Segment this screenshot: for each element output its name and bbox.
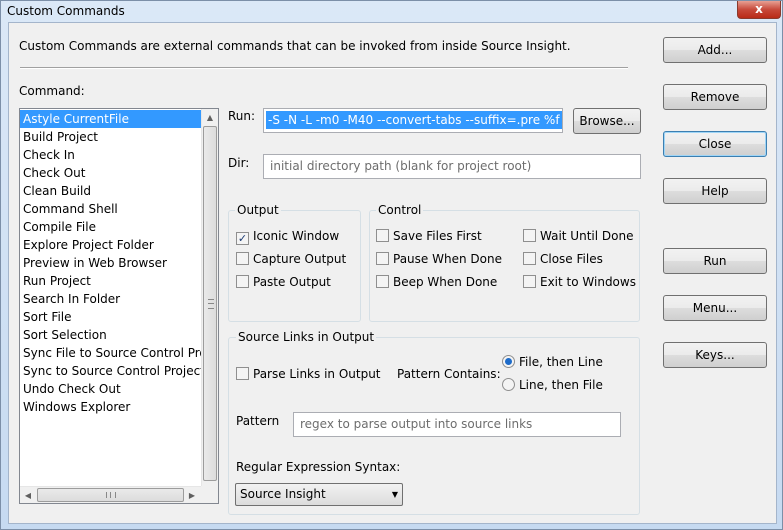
save-files-first-checkbox[interactable]: Save Files First [376, 229, 482, 243]
parse-links-checkbox[interactable]: Parse Links in Output [236, 367, 381, 381]
checkbox-box [376, 252, 389, 265]
menu-button[interactable]: Menu... [663, 295, 767, 321]
command-list-item[interactable]: Windows Explorer [20, 398, 203, 416]
exit-to-windows-label: Exit to Windows [540, 275, 636, 289]
checkbox-box [523, 229, 536, 242]
vscroll-thumb[interactable] [203, 126, 217, 481]
help-button[interactable]: Help [663, 178, 767, 204]
checkbox-box [523, 275, 536, 288]
run-button[interactable]: Run [663, 248, 767, 274]
command-list-item[interactable]: Preview in Web Browser [20, 254, 203, 272]
command-list-item[interactable]: Search In Folder [20, 290, 203, 308]
exit-to-windows-checkbox[interactable]: Exit to Windows [523, 275, 636, 289]
radio-dot [502, 355, 515, 368]
pause-when-done-label: Pause When Done [393, 252, 502, 266]
hscroll-thumb[interactable] [37, 488, 184, 502]
wait-until-done-checkbox[interactable]: Wait Until Done [523, 229, 633, 243]
pause-when-done-checkbox[interactable]: Pause When Done [376, 252, 502, 266]
checkbox-box [376, 229, 389, 242]
parse-links-label: Parse Links in Output [253, 367, 381, 381]
title-bar[interactable]: Custom Commands x [1, 1, 782, 21]
run-label: Run: [228, 109, 256, 123]
chevron-down-icon: ▼ [391, 490, 398, 499]
checkbox-box [523, 252, 536, 265]
window-close-button[interactable]: x [737, 1, 781, 19]
file-then-line-radio[interactable]: File, then Line [502, 355, 603, 369]
checkbox-box [236, 367, 249, 380]
command-list-item[interactable]: Sync File to Source Control Project [20, 344, 203, 362]
command-label: Command: [19, 84, 85, 98]
grip-icon [106, 492, 116, 498]
control-group-title: Control [376, 203, 424, 217]
radio-dot [502, 378, 515, 391]
command-list-item[interactable]: Check Out [20, 164, 203, 182]
close-files-label: Close Files [540, 252, 603, 266]
window-title: Custom Commands [7, 4, 125, 18]
grip-icon [208, 299, 214, 309]
custom-commands-window: Custom Commands x Custom Commands are ex… [0, 0, 783, 530]
iconic-window-label: Iconic Window [253, 229, 340, 243]
regex-syntax-label: Regular Expression Syntax: [236, 460, 401, 474]
paste-output-label: Paste Output [253, 275, 331, 289]
iconic-window-checkbox[interactable]: ✓ Iconic Window [236, 229, 339, 245]
dir-input[interactable]: initial directory path (blank for projec… [263, 154, 641, 179]
command-list-item[interactable]: Undo Check Out [20, 380, 203, 398]
pattern-contains-label: Pattern Contains: [397, 367, 501, 381]
command-list-item[interactable]: Sort File [20, 308, 203, 326]
beep-when-done-checkbox[interactable]: Beep When Done [376, 275, 497, 289]
save-files-first-label: Save Files First [393, 229, 482, 243]
separator [20, 67, 628, 69]
close-files-checkbox[interactable]: Close Files [523, 252, 603, 266]
pattern-input[interactable]: regex to parse output into source links [293, 412, 621, 437]
command-list-item[interactable]: Astyle CurrentFile [20, 110, 203, 128]
checkbox-box [236, 252, 249, 265]
wait-until-done-label: Wait Until Done [540, 229, 634, 243]
pattern-label: Pattern [236, 414, 280, 428]
line-then-file-label: Line, then File [519, 378, 603, 392]
scroll-corner [201, 486, 218, 503]
command-list[interactable]: Astyle CurrentFile Build Project Check In C… [19, 108, 219, 504]
scroll-left-arrow-icon[interactable]: ◀ [20, 487, 36, 503]
scroll-right-arrow-icon[interactable]: ▶ [184, 487, 200, 503]
command-list-item[interactable]: Check In [20, 146, 203, 164]
run-input[interactable]: -S -N -L -m0 -M40 --convert-tabs --suffi… [263, 108, 563, 133]
command-list-item[interactable]: Clean Build [20, 182, 203, 200]
command-list-item[interactable]: Command Shell [20, 200, 203, 218]
command-list-hscrollbar[interactable]: ◀ ▶ [20, 486, 201, 503]
remove-button[interactable]: Remove [663, 84, 767, 110]
checkbox-box [376, 275, 389, 288]
command-list-item[interactable]: Explore Project Folder [20, 236, 203, 254]
regex-syntax-select[interactable]: Source Insight ▼ [235, 483, 403, 506]
capture-output-checkbox[interactable]: Capture Output [236, 252, 346, 266]
command-list-items: Astyle CurrentFile Build Project Check In C… [20, 110, 203, 416]
command-list-vscrollbar[interactable]: ▲ ▼ [201, 109, 218, 503]
close-button[interactable]: Close [663, 131, 767, 157]
regex-syntax-value: Source Insight [240, 487, 326, 501]
capture-output-label: Capture Output [253, 252, 347, 266]
command-list-item[interactable]: Build Project [20, 128, 203, 146]
checkmark-icon: ✓ [236, 232, 249, 245]
control-group: Control Save Files First Pause When Done… [369, 203, 640, 322]
line-then-file-radio[interactable]: Line, then File [502, 378, 603, 392]
command-list-item[interactable]: Run Project [20, 272, 203, 290]
file-then-line-label: File, then Line [519, 355, 603, 369]
scroll-up-arrow-icon[interactable]: ▲ [202, 109, 218, 126]
dir-label: Dir: [228, 156, 250, 170]
command-list-item[interactable]: Sync to Source Control Project [20, 362, 203, 380]
command-list-item[interactable]: Sort Selection [20, 326, 203, 344]
output-group: Output ✓ Iconic Window Capture Output Pas… [228, 203, 361, 322]
checkbox-box [236, 275, 249, 288]
command-list-item[interactable]: Compile File [20, 218, 203, 236]
output-group-title: Output [235, 203, 281, 217]
dialog-description: Custom Commands are external commands th… [19, 39, 571, 53]
add-button[interactable]: Add... [663, 37, 767, 63]
keys-button[interactable]: Keys... [663, 342, 767, 368]
browse-button[interactable]: Browse... [573, 108, 641, 134]
source-links-group-title: Source Links in Output [236, 330, 377, 344]
dialog-body: Custom Commands are external commands th… [8, 22, 777, 524]
paste-output-checkbox[interactable]: Paste Output [236, 275, 331, 289]
beep-when-done-label: Beep When Done [393, 275, 498, 289]
run-input-value: -S -N -L -m0 -M40 --convert-tabs --suffi… [266, 111, 562, 129]
